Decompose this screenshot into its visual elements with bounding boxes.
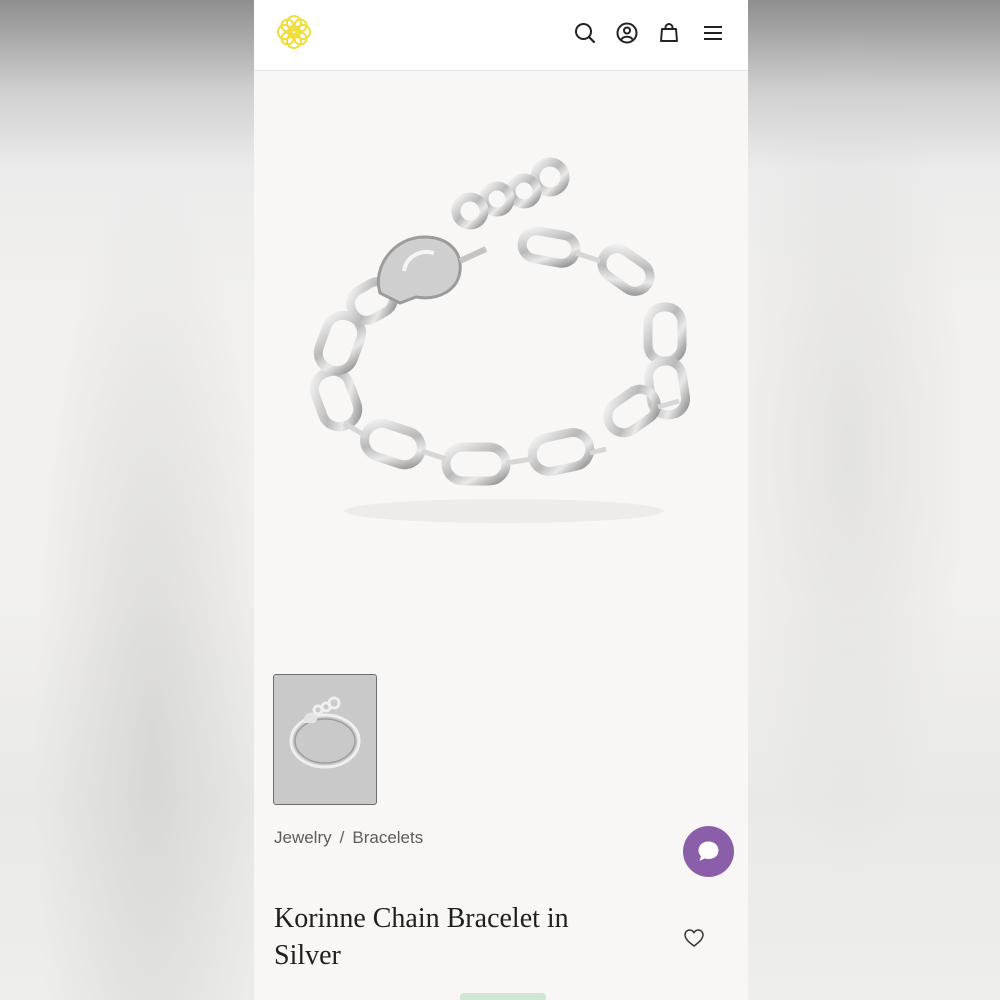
product-main-image[interactable] <box>254 71 748 651</box>
bag-icon[interactable] <box>656 20 682 46</box>
promo-badge <box>460 993 546 1000</box>
chat-bubble-icon <box>698 841 719 861</box>
search-icon[interactable] <box>572 20 598 46</box>
background-left <box>0 0 254 1000</box>
breadcrumb-bracelets-link[interactable]: Bracelets <box>352 828 423 848</box>
menu-icon[interactable] <box>700 20 726 46</box>
product-thumbnail[interactable] <box>273 674 377 805</box>
chat-button[interactable] <box>683 826 734 877</box>
mobile-page: Jewelry / Bracelets Korinne Chain Bracel… <box>254 0 748 1000</box>
breadcrumb: Jewelry / Bracelets <box>274 828 423 848</box>
site-header <box>254 0 748 71</box>
brand-logo-icon[interactable] <box>272 10 316 54</box>
breadcrumb-jewelry-link[interactable]: Jewelry <box>274 828 332 848</box>
heart-icon[interactable] <box>683 927 705 949</box>
product-title-line-1: Korinne Chain Bracelet in <box>274 903 569 934</box>
background-right <box>748 0 1000 1000</box>
product-title-line-2: Silver <box>274 940 341 971</box>
product-title: Korinne Chain Bracelet in Silver <box>274 900 604 974</box>
account-icon[interactable] <box>614 20 640 46</box>
breadcrumb-separator: / <box>339 828 345 847</box>
